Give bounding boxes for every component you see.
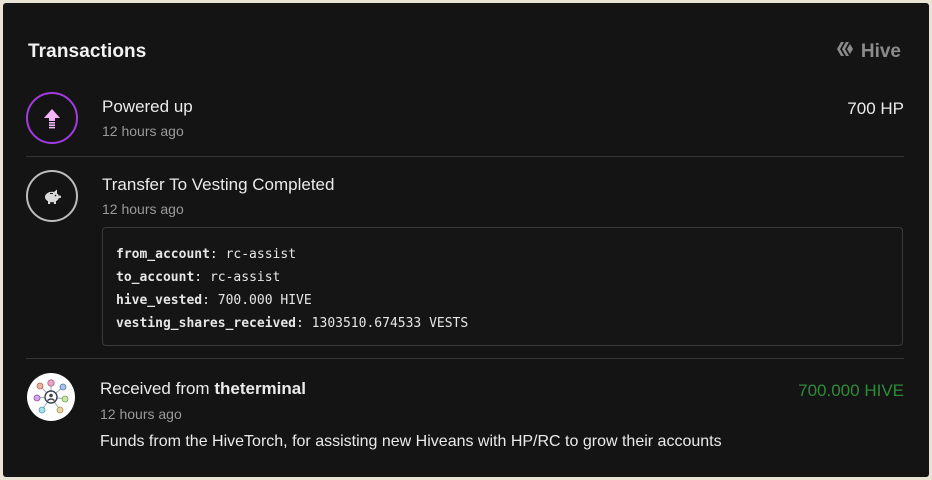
detail-row: to_account: rc-assist xyxy=(116,270,281,285)
sender-username-link[interactable]: theterminal xyxy=(214,379,306,398)
divider xyxy=(26,358,904,359)
detail-value: 700.000 HIVE xyxy=(217,293,312,308)
power-up-arrow-icon xyxy=(26,92,78,144)
operation-details: from_account: rc-assist to_account: rc-a… xyxy=(26,227,904,346)
piggy-bank-icon xyxy=(26,170,78,222)
transaction-time: 12 hours ago xyxy=(102,201,184,217)
detail-value: rc-assist xyxy=(209,270,281,285)
panel-title: Transactions xyxy=(28,41,147,62)
network-avatar-icon[interactable] xyxy=(27,373,75,421)
detail-value: rc-assist xyxy=(225,247,297,262)
transaction-memo: Funds from the HiveTorch, for assisting … xyxy=(100,433,722,450)
panel-header: Transactions Hive xyxy=(28,39,901,65)
transactions-panel: Transactions Hive Powered up 12 hours ag… xyxy=(3,3,929,477)
detail-row: from_account: rc-assist xyxy=(116,247,297,262)
brand-label: Hive xyxy=(860,41,901,62)
detail-key: from_account xyxy=(116,247,210,262)
transaction-title-prefix: Received from xyxy=(100,379,215,398)
hive-brand-link[interactable]: Hive xyxy=(835,39,901,65)
transaction-time: 12 hours ago xyxy=(102,123,184,139)
divider xyxy=(26,156,904,157)
detail-row: vesting_shares_received: 1303510.674533 … xyxy=(116,316,469,331)
transaction-title: Received from theterminal xyxy=(100,379,306,399)
hive-logo-icon xyxy=(835,39,855,65)
transaction-item-transfer-to-vesting[interactable]: Transfer To Vesting Completed 12 hours a… xyxy=(26,170,904,224)
transaction-amount: 700.000 HIVE xyxy=(798,381,904,400)
transaction-time: 12 hours ago xyxy=(100,406,182,422)
detail-row: hive_vested: 700.000 HIVE xyxy=(116,293,312,308)
detail-value: 1303510.674533 VESTS xyxy=(311,316,469,331)
detail-key: vesting_shares_received xyxy=(116,316,297,331)
transaction-item-received[interactable]: Received from theterminal 12 hours ago 7… xyxy=(26,373,904,453)
transaction-title: Transfer To Vesting Completed xyxy=(102,175,335,194)
detail-key: to_account xyxy=(116,270,195,285)
detail-key: hive_vested xyxy=(116,293,203,308)
operation-details-box: from_account: rc-assist to_account: rc-a… xyxy=(102,227,903,346)
transaction-title: Powered up xyxy=(102,97,193,116)
transaction-amount: 700 HP xyxy=(847,99,904,118)
transaction-item-powered-up[interactable]: Powered up 12 hours ago 700 HP xyxy=(26,92,904,146)
